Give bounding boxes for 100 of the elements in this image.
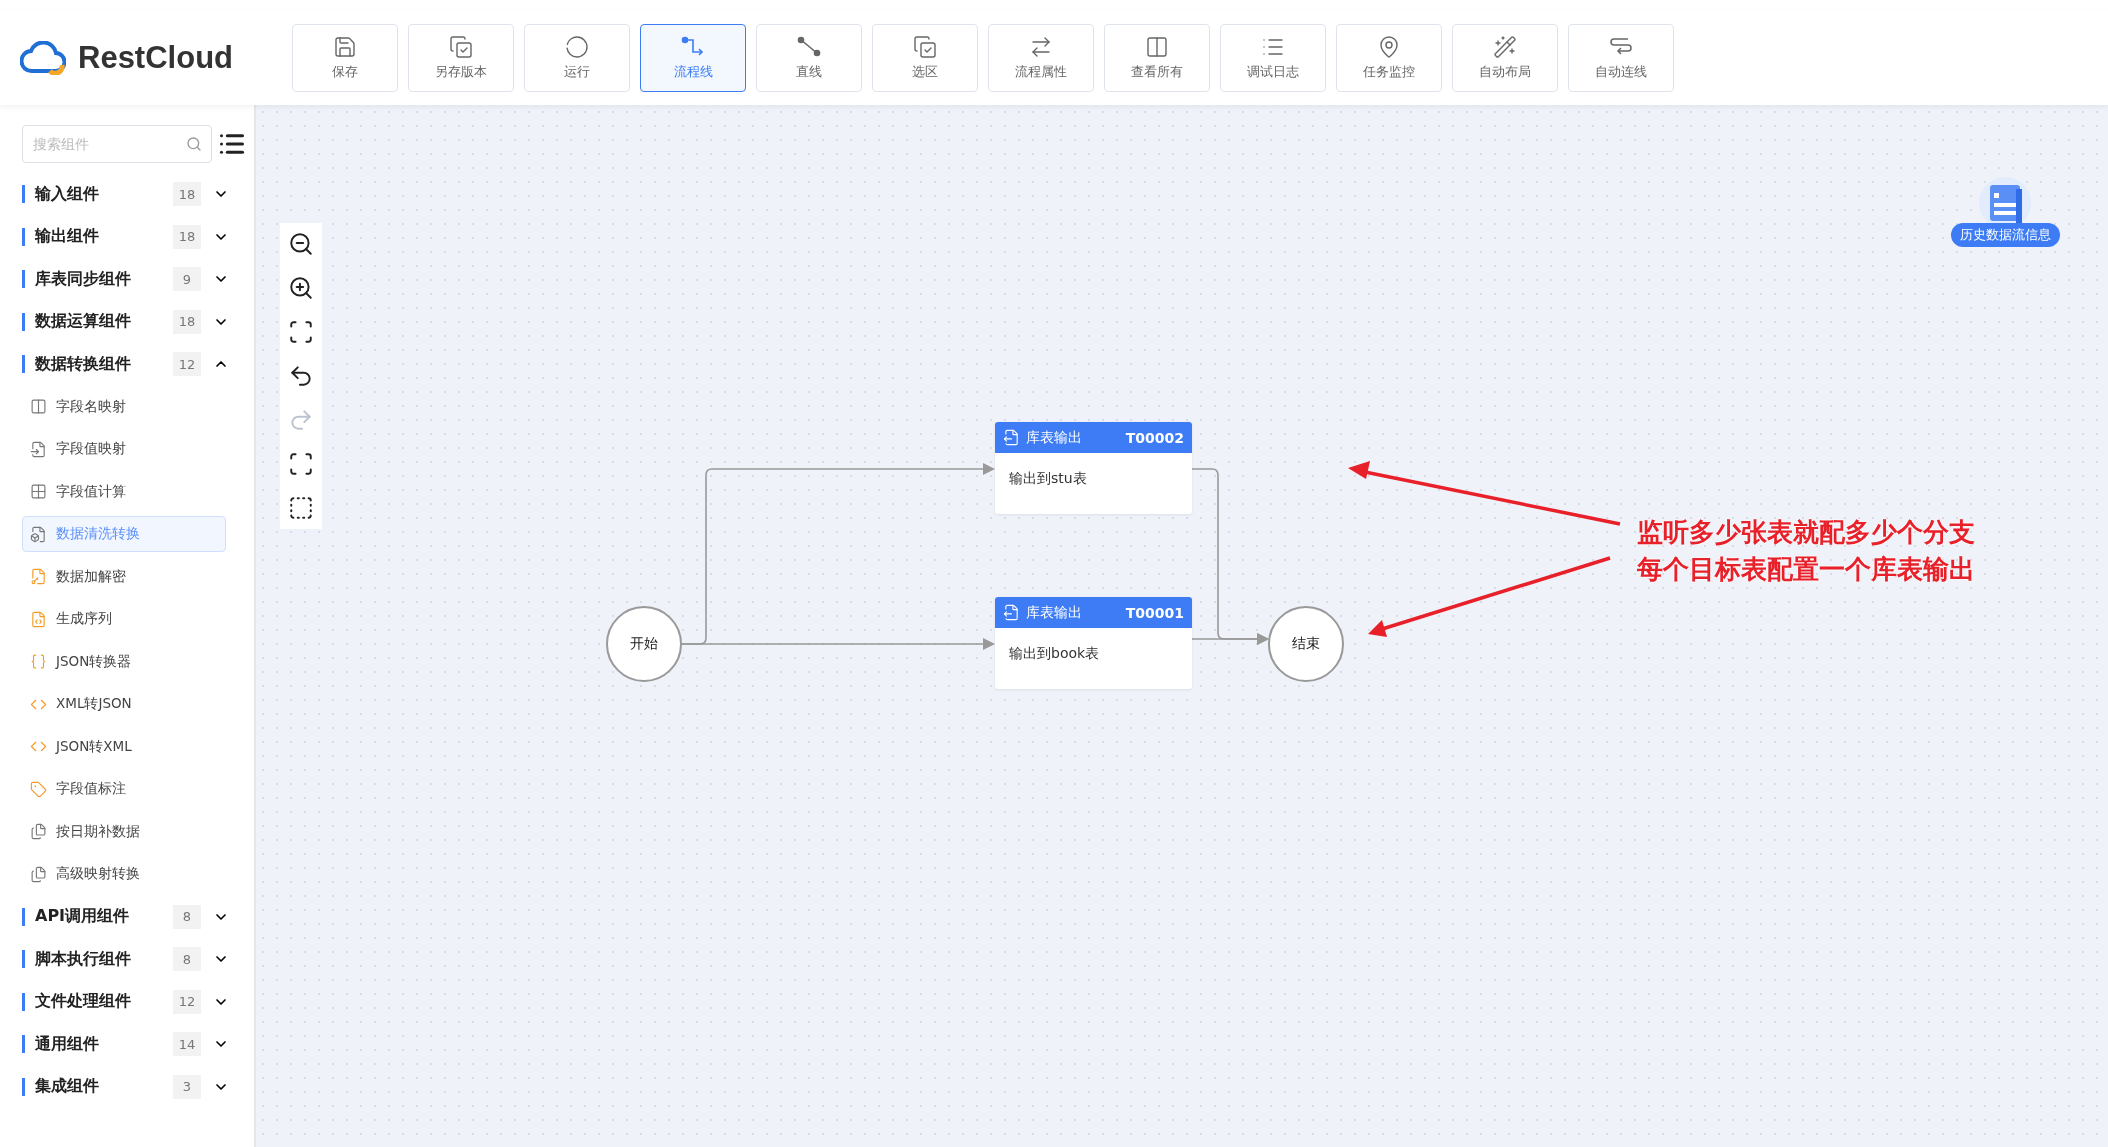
group-marker — [22, 355, 25, 374]
group-label[interactable]: 数据运算组件 — [35, 311, 173, 333]
tag-icon — [30, 780, 47, 798]
group-label[interactable]: 输入组件 — [35, 183, 173, 205]
component-item[interactable]: XML转JSON — [22, 686, 226, 723]
item-label: 字段值计算 — [56, 482, 126, 501]
node-code: T00001 — [1125, 604, 1184, 621]
toolbar-button[interactable]: 任务监控 — [1336, 23, 1442, 92]
task-node[interactable]: 库表输出 T00001 输出到book表 — [995, 597, 1192, 689]
item-label: 按日期补数据 — [56, 822, 140, 841]
group-label[interactable]: 库表同步组件 — [35, 268, 173, 290]
annotation-text: 监听多少张表就配多少个分支 — [1637, 516, 1975, 549]
start-node[interactable]: 开始 — [606, 606, 682, 682]
component-item[interactable]: 字段值映射 — [22, 431, 226, 468]
item-label: 字段值标注 — [56, 780, 126, 799]
group-marker — [22, 312, 25, 331]
component-item[interactable]: 数据加解密 — [22, 558, 226, 595]
toolbar-button[interactable]: 选区 — [872, 23, 978, 92]
copy-check-icon — [449, 34, 473, 59]
node-description: 输出到stu表 — [1008, 469, 1088, 488]
end-node[interactable]: 结束 — [1268, 606, 1344, 682]
group-label[interactable]: 数据转换组件 — [35, 353, 173, 375]
files-icon — [30, 865, 47, 883]
columns-icon — [30, 398, 47, 416]
component-item[interactable]: 字段名映射 — [22, 388, 226, 425]
count-badge: 9 — [173, 267, 201, 292]
group-label[interactable]: 集成组件 — [35, 1076, 173, 1098]
node-code: T00002 — [1125, 429, 1184, 446]
document-arrow-icon — [1003, 604, 1020, 621]
line-icon — [796, 34, 822, 59]
toolbar-button[interactable]: 调试日志 — [1220, 23, 1326, 92]
count-badge: 18 — [173, 182, 201, 207]
component-item[interactable]: 高级映射转换 — [22, 856, 226, 893]
group-label[interactable]: 文件处理组件 — [35, 991, 173, 1013]
group-marker — [22, 270, 25, 289]
code-file-icon — [30, 610, 47, 628]
count-badge: 8 — [173, 904, 201, 929]
file-icon — [30, 440, 47, 458]
component-item[interactable]: 按日期补数据 — [22, 813, 226, 850]
document-arrow-icon — [1003, 429, 1020, 446]
group-marker — [22, 227, 25, 246]
key-file-icon — [30, 568, 47, 586]
wand-icon — [1493, 34, 1517, 59]
count-badge: 8 — [173, 947, 201, 972]
group-marker — [22, 185, 25, 204]
item-label: JSON转XML — [56, 737, 132, 756]
file-icon — [30, 525, 47, 543]
item-label: 数据清洗转换 — [56, 525, 140, 544]
item-label: 高级映射转换 — [56, 865, 140, 884]
count-badge: 18 — [173, 224, 201, 249]
count-badge: 3 — [173, 1074, 201, 1099]
group-label[interactable]: API调用组件 — [35, 906, 173, 928]
item-label: 生成序列 — [56, 610, 112, 629]
search-icon — [186, 136, 202, 152]
logo-text: RestCloud — [78, 39, 233, 76]
item-label: 字段名映射 — [56, 397, 126, 416]
group-marker — [22, 950, 25, 969]
group-marker — [22, 907, 25, 926]
annotation-text: 每个目标表配置一个库表输出 — [1637, 553, 1975, 586]
toolbar-button[interactable]: 另存版本 — [408, 23, 514, 92]
group-label[interactable]: 脚本执行组件 — [35, 948, 173, 970]
group-label[interactable]: 输出组件 — [35, 226, 173, 248]
circle-icon — [565, 34, 589, 59]
component-item[interactable]: JSON转换器 — [22, 643, 226, 680]
files-icon — [30, 823, 47, 841]
grid-icon — [30, 483, 47, 501]
count-badge: 14 — [173, 1032, 201, 1057]
toolbar-button[interactable]: 自动连线 — [1568, 23, 1674, 92]
component-item[interactable]: JSON转XML — [22, 728, 226, 765]
panel-icon — [1145, 34, 1169, 59]
component-item[interactable]: 生成序列 — [22, 601, 226, 638]
search-field[interactable]: 搜索组件 — [22, 125, 212, 163]
task-node[interactable]: 库表输出 T00002 输出到stu表 — [995, 422, 1192, 514]
history-button[interactable]: 历史数据流信息 — [1950, 223, 2060, 247]
node-description: 输出到book表 — [1008, 644, 1101, 663]
toolbar-button[interactable]: 流程线 — [640, 23, 746, 92]
group-marker — [22, 1035, 25, 1054]
toolbar-button[interactable]: 查看所有 — [1104, 23, 1210, 92]
toolbar-button[interactable]: 流程属性 — [988, 23, 1094, 92]
pin-icon — [1377, 34, 1401, 59]
item-label: XML转JSON — [56, 695, 132, 714]
toolbar-button[interactable]: 自动布局 — [1452, 23, 1558, 92]
item-label: 字段值映射 — [56, 440, 126, 459]
group-marker — [22, 992, 25, 1011]
item-label: JSON转换器 — [56, 652, 132, 671]
node-title: 库表输出 — [1026, 428, 1083, 447]
copy-check-icon — [913, 34, 937, 59]
node-title: 库表输出 — [1026, 603, 1083, 622]
component-item[interactable]: 字段值标注 — [22, 771, 226, 808]
toolbar-button[interactable]: 保存 — [292, 23, 398, 92]
toolbar-button[interactable]: 直线 — [756, 23, 862, 92]
item-label: 数据加解密 — [56, 567, 126, 586]
cloud-logo-icon — [20, 40, 66, 75]
braces-icon — [30, 653, 47, 671]
count-badge: 12 — [173, 989, 201, 1014]
connector-arrow[interactable] — [1191, 633, 1269, 645]
component-item[interactable]: 字段值计算 — [22, 473, 226, 510]
toolbar-button[interactable]: 运行 — [524, 23, 630, 92]
group-label[interactable]: 通用组件 — [35, 1033, 173, 1055]
count-badge: 12 — [173, 352, 201, 377]
